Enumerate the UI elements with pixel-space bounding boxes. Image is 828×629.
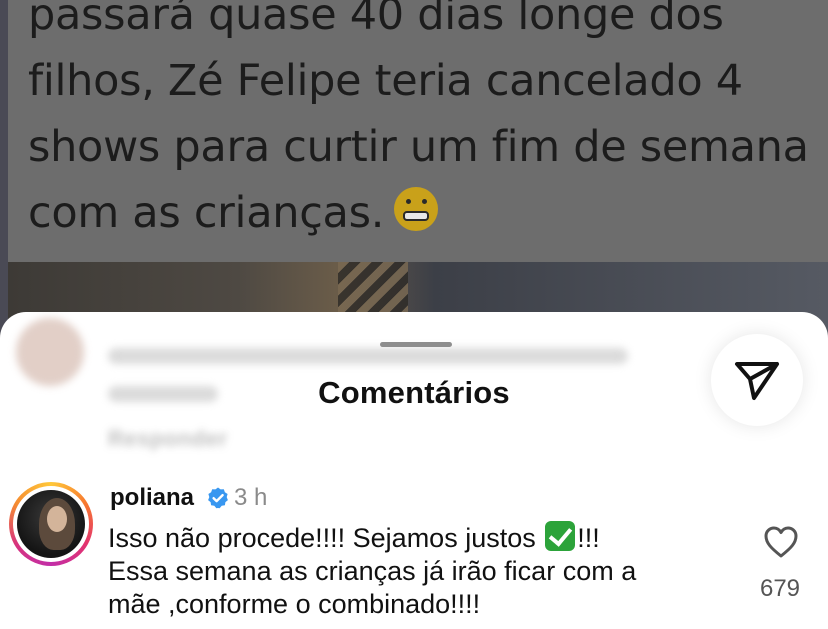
- blurred-text-line: [108, 348, 628, 364]
- comment-line-text: Isso não procede!!!! Sejamos justos: [108, 523, 536, 553]
- post-left-strip: [0, 0, 8, 340]
- post-caption-line: com as crianças.: [28, 180, 828, 246]
- comment-line-text: !!!: [577, 523, 600, 553]
- sheet-grabber[interactable]: [380, 342, 452, 347]
- comment-line: mãe ,conforme o combinado!!!!: [108, 589, 481, 619]
- comment-line: Isso não procede!!!! Sejamos justos !!!: [108, 521, 728, 555]
- verified-badge-icon: [208, 487, 228, 509]
- comment-line: Essa semana as crianças já irão ficar co…: [108, 556, 637, 586]
- check-mark-button-icon: [545, 521, 576, 551]
- sheet-title: Comentários: [318, 375, 510, 410]
- comment-timestamp: 3 h: [234, 484, 268, 511]
- avatar[interactable]: [9, 482, 93, 566]
- like-count: 679: [759, 575, 801, 602]
- post-caption-line: shows para curtir um fim de semana: [28, 122, 809, 172]
- blurred-reply-button: Responder: [108, 426, 228, 451]
- share-button[interactable]: [711, 334, 803, 426]
- comment-text: Isso não procede!!!! Sejamos justos !!! …: [108, 521, 728, 621]
- post-background: passará quase 40 dias longe dos filhos, …: [0, 0, 828, 340]
- post-caption: passará quase 40 dias longe dos filhos, …: [28, 0, 828, 246]
- heart-icon[interactable]: [763, 525, 799, 559]
- avatar-image: [17, 490, 85, 558]
- send-icon: [735, 362, 779, 400]
- grimacing-face-icon: [394, 187, 439, 231]
- post-caption-line: filhos, Zé Felipe teria cancelado 4: [28, 56, 743, 106]
- post-caption-line-text: com as crianças.: [28, 188, 385, 238]
- comment-username[interactable]: poliana: [110, 484, 194, 512]
- post-caption-line: passará quase 40 dias longe dos: [28, 0, 724, 40]
